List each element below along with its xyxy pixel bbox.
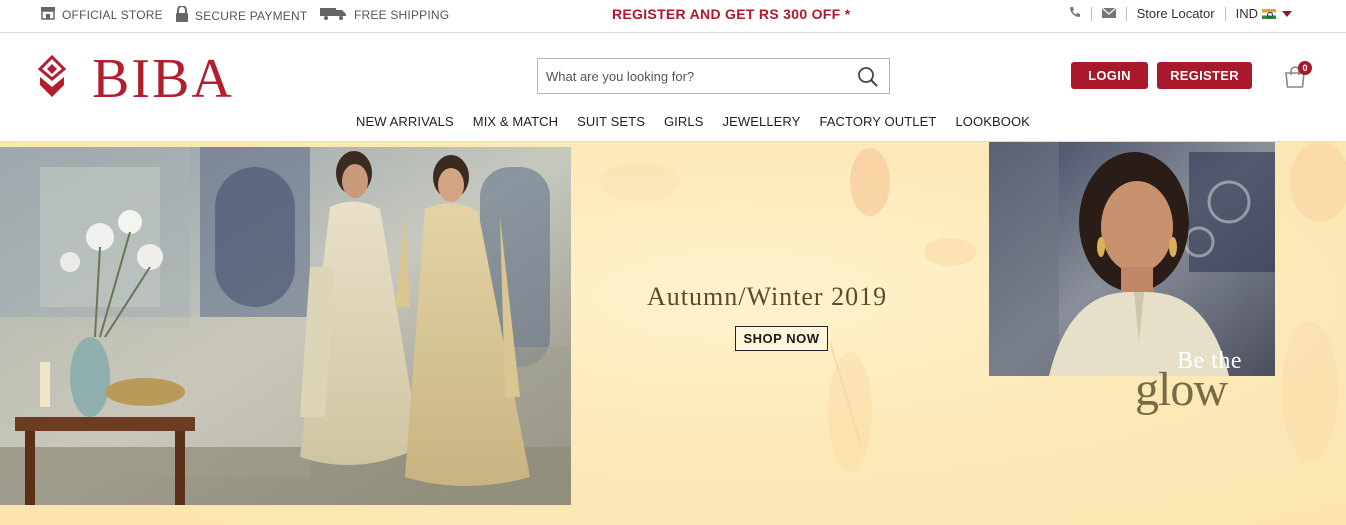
- shop-now-button[interactable]: SHOP NOW: [735, 326, 828, 351]
- country-code: IND: [1235, 6, 1258, 21]
- mail-icon[interactable]: [1101, 6, 1116, 21]
- hero-title: Autumn/Winter 2019: [647, 282, 888, 311]
- divider: [1125, 6, 1127, 21]
- shopping-bag-icon: [1283, 66, 1307, 93]
- nav-item-girls[interactable]: GIRLS: [664, 114, 704, 129]
- nav-item-jewellery[interactable]: JEWELLERY: [722, 114, 800, 129]
- perk-label: FREE SHIPPING: [354, 7, 450, 22]
- perk-official-store: OFFICIAL STORE: [40, 6, 163, 23]
- lock-icon: [175, 5, 189, 25]
- perk-free-shipping: FREE SHIPPING: [320, 6, 449, 23]
- hero-banner[interactable]: Autumn/Winter 2019 SHOP NOW Be the glow: [0, 142, 1346, 525]
- nav-item-mix-match[interactable]: MIX & MATCH: [473, 114, 558, 129]
- nav-item-lookbook[interactable]: LOOKBOOK: [955, 114, 1030, 129]
- nav-item-new-arrivals[interactable]: NEW ARRIVALS: [356, 114, 454, 129]
- country-selector[interactable]: IND: [1236, 6, 1292, 21]
- search-icon[interactable]: [857, 66, 879, 93]
- main-nav: NEW ARRIVALS MIX & MATCH SUIT SETS GIRLS…: [356, 114, 1030, 129]
- cart-button[interactable]: 0: [1283, 61, 1312, 89]
- login-button[interactable]: LOGIN: [1071, 62, 1148, 89]
- store-locator-link[interactable]: Store Locator: [1137, 6, 1215, 21]
- register-promo-link[interactable]: REGISTER AND GET RS 300 OFF *: [612, 6, 850, 22]
- perk-label: SECURE PAYMENT: [195, 8, 308, 23]
- phone-icon[interactable]: [1069, 6, 1081, 21]
- tagline-glow: glow: [1135, 363, 1228, 416]
- hero-portrait-image: [989, 142, 1275, 376]
- divider: [1224, 6, 1226, 21]
- store-icon: [40, 6, 56, 23]
- india-flag-icon: [1262, 8, 1276, 19]
- chevron-down-icon: [1282, 10, 1292, 17]
- register-button[interactable]: REGISTER: [1157, 62, 1252, 89]
- biba-logo[interactable]: BIBA: [37, 48, 234, 110]
- hero-lifestyle-image: [0, 147, 571, 505]
- divider: [1090, 6, 1092, 21]
- nav-item-factory-outlet[interactable]: FACTORY OUTLET: [819, 114, 936, 129]
- logo-wordmark: BIBA: [92, 48, 234, 110]
- perk-secure-payment: SECURE PAYMENT: [175, 5, 308, 25]
- top-strip: OFFICIAL STORE SECURE PAYMENT FREE SHIPP…: [0, 0, 1346, 33]
- search-input[interactable]: [538, 59, 838, 93]
- perk-label: OFFICIAL STORE: [62, 7, 163, 22]
- cart-count-badge: 0: [1298, 61, 1312, 75]
- main-header: BIBA LOGIN REGISTER 0 NEW ARRIVALS MIX &…: [0, 33, 1346, 142]
- top-utility-links: Store Locator IND: [1069, 6, 1292, 21]
- truck-icon: [320, 6, 348, 23]
- search-box: [537, 58, 890, 94]
- nav-item-suit-sets[interactable]: SUIT SETS: [577, 114, 645, 129]
- biba-leaf-logo-icon: [37, 54, 67, 104]
